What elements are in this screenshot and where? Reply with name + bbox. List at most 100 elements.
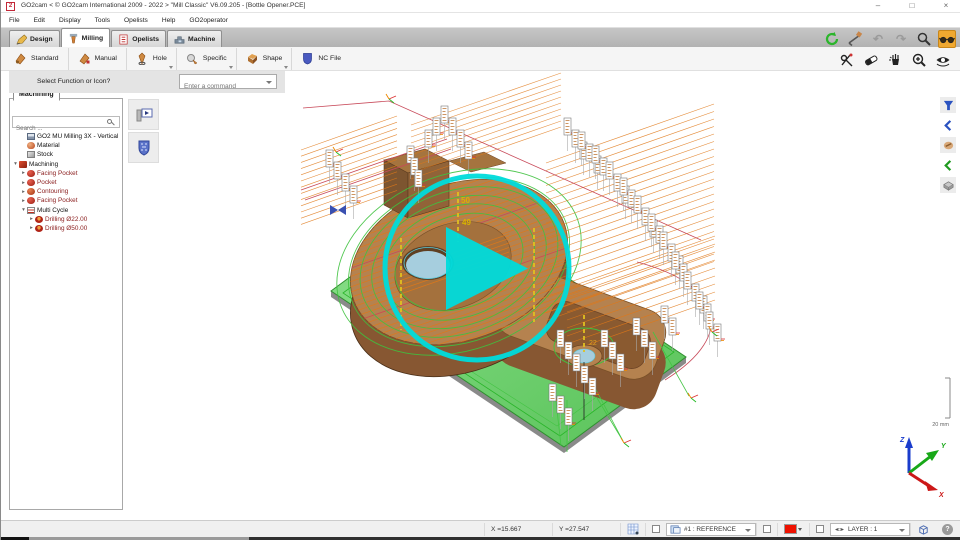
menu-edit[interactable]: Edit (34, 17, 45, 24)
plane-selector[interactable]: #1 : REFERENCE (666, 523, 756, 536)
zoom-extents-button[interactable] (910, 51, 928, 69)
tree-item-machining[interactable]: ▾Machining (12, 160, 120, 169)
menu-help[interactable]: Help (162, 17, 176, 24)
color-checkbox[interactable] (763, 525, 771, 533)
depth-label-50: 50 (461, 196, 470, 205)
tree-item-stock[interactable]: Stock (12, 150, 120, 159)
tool-display-button[interactable] (940, 137, 956, 153)
shield-icon (134, 138, 154, 158)
refresh-icon (824, 31, 840, 47)
layer-value: LAYER : 1 (848, 526, 877, 533)
layer-selector[interactable]: LAYER : 1 (830, 523, 910, 536)
hole-button[interactable]: Hole (127, 48, 177, 70)
tree-item-machine[interactable]: GO2 MU Milling 3X - Vertical (12, 132, 120, 141)
collapse-green-button[interactable] (940, 157, 956, 173)
tree-item-facing-pocket[interactable]: ▸Facing Pocket (12, 169, 120, 178)
redo-button[interactable]: ↷ (892, 30, 910, 48)
menu-file[interactable]: File (9, 17, 20, 24)
tab-label: Opelists (132, 36, 159, 43)
refresh-button[interactable] (823, 30, 841, 48)
expand-arrow[interactable]: ▸ (20, 180, 27, 186)
undo-button[interactable]: ↶ (869, 30, 887, 48)
clean-screen-button[interactable] (886, 51, 904, 69)
chevron-down-icon[interactable] (745, 529, 751, 532)
plane-checkbox[interactable] (652, 525, 660, 533)
view-mode-button[interactable] (938, 30, 956, 48)
filter-button[interactable] (940, 97, 956, 113)
tree-item-contouring[interactable]: ▸Contouring (12, 187, 120, 196)
tree-item-drilling-22[interactable]: ▸Drilling Ø22.00 (12, 215, 120, 224)
simulation-button[interactable] (128, 99, 159, 130)
tree-search-box[interactable] (12, 116, 120, 128)
tree-item-label: Drilling Ø50.00 (45, 225, 87, 232)
machining-icon (19, 161, 27, 168)
tab-machine[interactable]: Machine (167, 30, 222, 47)
button-label: Specific (203, 55, 227, 62)
view-cube-button[interactable] (910, 523, 936, 536)
tree-item-label: Pocket (37, 179, 57, 186)
chevron-down-icon[interactable] (266, 81, 272, 84)
expand-arrow[interactable]: ▸ (28, 216, 35, 222)
nc-file-button[interactable]: NC File (292, 48, 350, 70)
button-label: Shape (263, 55, 283, 62)
stock-display-button[interactable] (940, 177, 956, 193)
tab-opelists[interactable]: Opelists (111, 30, 166, 47)
tool-manager-button[interactable] (128, 132, 159, 163)
tree-item-facing-pocket-2[interactable]: ▸Facing Pocket (12, 196, 120, 205)
shape-button[interactable]: Shape (237, 48, 293, 70)
color-swatch[interactable] (784, 524, 797, 534)
drill-diameter-label: 22 (589, 340, 597, 347)
menu-opelists[interactable]: Opelists (124, 17, 148, 24)
menu-tools[interactable]: Tools (95, 17, 110, 24)
eye-icon (935, 52, 951, 68)
maximize-button[interactable]: □ (899, 0, 925, 12)
collapse-blue-button[interactable] (940, 117, 956, 133)
zoom-button[interactable] (915, 30, 933, 48)
tree-item-pocket[interactable]: ▸ Pocket (12, 178, 120, 187)
toolpath-flag (350, 186, 361, 219)
close-button[interactable]: × (933, 0, 959, 12)
manual-button[interactable]: Manual (69, 48, 127, 70)
chevron-down-icon[interactable] (899, 529, 905, 532)
analysis-tools-button[interactable] (838, 51, 856, 69)
menu-go2operator[interactable]: GO2operator (189, 17, 227, 24)
expand-arrow[interactable]: ▸ (20, 189, 27, 195)
standard-button[interactable]: Standard (5, 48, 69, 70)
svg-text:X: X (938, 492, 945, 499)
cube-icon (917, 523, 930, 536)
layer-checkbox[interactable] (816, 525, 824, 533)
hole-dropdown-chevron[interactable] (169, 66, 173, 69)
tree-item-label: Material (37, 142, 60, 149)
axis-triad: Z Y X (899, 437, 947, 499)
expand-arrow[interactable]: ▸ (28, 225, 35, 231)
operation-icon (27, 197, 35, 204)
shape-dropdown-chevron[interactable] (284, 66, 288, 69)
tree-item-multi-cycle[interactable]: ▾Multi Cycle (12, 206, 120, 215)
chevron-down-icon[interactable] (798, 528, 802, 531)
grid-toggle[interactable] (620, 523, 645, 536)
app-logo-icon: 2 (6, 2, 15, 11)
expand-arrow[interactable]: ▸ (20, 170, 27, 176)
tab-milling[interactable]: Milling (61, 28, 111, 47)
simulation-icon (134, 105, 154, 125)
measure-button[interactable] (846, 30, 864, 48)
command-combobox[interactable] (179, 74, 277, 89)
specific-button[interactable]: Specific (177, 48, 237, 70)
help-button[interactable]: ? (942, 524, 953, 535)
menu-display[interactable]: Display (59, 17, 81, 24)
specific-dropdown-chevron[interactable] (229, 66, 233, 69)
svg-text:Y: Y (941, 443, 947, 450)
milling-icon (68, 33, 79, 44)
command-input[interactable] (180, 80, 264, 93)
expand-arrow[interactable]: ▾ (12, 161, 19, 167)
minimize-button[interactable]: – (865, 0, 891, 12)
operation-icon (27, 170, 35, 177)
erase-button[interactable] (862, 51, 880, 69)
expand-arrow[interactable]: ▾ (20, 207, 27, 213)
tab-design[interactable]: Design (9, 30, 60, 47)
magnifier-icon (916, 31, 932, 47)
tree-item-material[interactable]: Material (12, 141, 120, 150)
expand-arrow[interactable]: ▸ (20, 198, 27, 204)
tree-item-drilling-50[interactable]: ▸ Drilling Ø50.00 (12, 224, 120, 233)
view-rotate-button[interactable] (934, 51, 952, 69)
